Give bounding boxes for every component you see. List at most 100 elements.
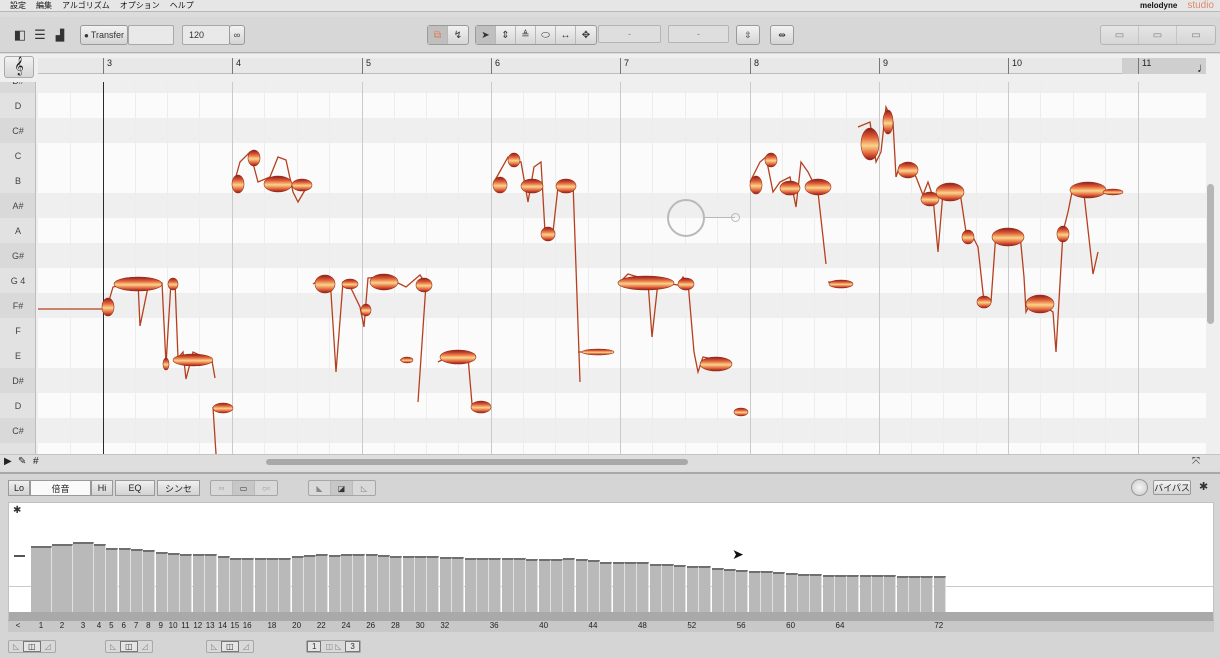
- horizontal-scrollbar[interactable]: [266, 459, 688, 465]
- harmonic-bar[interactable]: [588, 560, 600, 612]
- macro-c-icon[interactable]: ▭: [1177, 26, 1215, 44]
- harmonic-bar[interactable]: [748, 571, 761, 612]
- tab-synth[interactable]: シンセ: [157, 480, 200, 496]
- harmonic-bar[interactable]: [501, 558, 514, 612]
- amplitude-tool-icon[interactable]: ⬭: [536, 26, 556, 44]
- harmonic-bar[interactable]: [316, 554, 329, 612]
- transfer-button[interactable]: ● Transfer: [80, 25, 128, 45]
- tab-harmonics[interactable]: 倍音: [30, 480, 91, 496]
- harmonic-bar[interactable]: [94, 544, 106, 612]
- harmonic-bar[interactable]: [402, 556, 415, 612]
- harmonic-bar[interactable]: [266, 558, 279, 612]
- loop-region[interactable]: [1122, 58, 1206, 74]
- harmonic-bar[interactable]: [625, 562, 638, 612]
- harmonic-bar[interactable]: [662, 564, 675, 612]
- harmonic-bar[interactable]: [859, 575, 872, 612]
- harmonic-bar[interactable]: [600, 562, 613, 612]
- harmonic-spectrum[interactable]: ✱: [8, 502, 1214, 625]
- harmonic-bar[interactable]: [378, 555, 391, 612]
- bottom-value-a[interactable]: 1: [307, 641, 322, 652]
- grid-icon[interactable]: #: [33, 456, 39, 467]
- harmonic-bar[interactable]: [884, 575, 897, 612]
- harmonic-bar[interactable]: [896, 576, 909, 612]
- harmonic-bar[interactable]: [489, 558, 502, 612]
- separation-tool-icon[interactable]: ✥: [576, 26, 596, 44]
- note-grid[interactable]: [38, 82, 1206, 454]
- harmonic-bar[interactable]: [205, 554, 218, 612]
- bottom-d-icon[interactable]: ◫ ◺: [321, 642, 345, 651]
- vertical-scrollbar[interactable]: [1207, 184, 1214, 324]
- harmonic-bar[interactable]: [476, 558, 489, 612]
- harmonic-bar[interactable]: [909, 576, 922, 612]
- menu-help[interactable]: ヘルプ: [170, 0, 194, 11]
- harmonic-bar[interactable]: [773, 572, 786, 612]
- gear-icon[interactable]: ✱: [1199, 480, 1208, 493]
- harmonic-bar[interactable]: [674, 565, 687, 612]
- bottom-c-icon-2[interactable]: ◫: [221, 641, 239, 652]
- harmonic-bar[interactable]: [143, 550, 156, 612]
- bottom-b-icon-2[interactable]: ◫: [120, 641, 138, 652]
- bottom-value-b[interactable]: 3: [345, 641, 360, 652]
- bottom-a-icon-2[interactable]: ◫: [23, 641, 41, 652]
- harmonic-bar[interactable]: [365, 554, 378, 612]
- harmonic-bar[interactable]: [168, 553, 181, 612]
- harmonic-bar[interactable]: [52, 544, 73, 612]
- harmonic-bar[interactable]: [155, 552, 168, 612]
- macro-a-icon[interactable]: ▭: [1101, 26, 1139, 44]
- menu-options[interactable]: オプション: [120, 0, 160, 11]
- harmonic-bar[interactable]: [192, 554, 205, 612]
- harmonic-bar[interactable]: [31, 546, 52, 612]
- pen-icon[interactable]: ✎: [18, 456, 26, 467]
- harmonic-bar[interactable]: [279, 558, 292, 612]
- harmonic-bar[interactable]: [439, 557, 452, 612]
- lasso-anchor[interactable]: [731, 213, 740, 222]
- harmonic-bar[interactable]: [835, 575, 847, 612]
- harmonic-bar[interactable]: [242, 558, 255, 612]
- menu-settings[interactable]: 設定: [10, 0, 26, 11]
- harmonic-bar[interactable]: [872, 575, 885, 612]
- harmonic-bar[interactable]: [563, 558, 576, 612]
- treble-clef-icon[interactable]: 𝄞: [4, 56, 34, 78]
- harmonic-bar[interactable]: [254, 558, 267, 612]
- harmonic-bar[interactable]: [513, 558, 526, 612]
- harmonic-bar[interactable]: [538, 559, 551, 612]
- harmonic-bar[interactable]: [575, 559, 588, 612]
- bottom-b-icon-3[interactable]: ◿: [138, 642, 152, 651]
- zoom-fit-icon[interactable]: ⤧: [1192, 456, 1200, 467]
- note-edit-icon[interactable]: ⧉: [428, 26, 448, 44]
- harmonic-bar[interactable]: [131, 549, 144, 612]
- curve-b-icon[interactable]: ◪: [331, 481, 353, 495]
- bypass-button[interactable]: バイパス: [1153, 480, 1191, 495]
- level-meter-icon[interactable]: ▟: [50, 25, 70, 45]
- harmonic-bar[interactable]: [822, 575, 835, 612]
- mode-a-icon[interactable]: ▫▫: [211, 481, 233, 495]
- curve-c-icon[interactable]: ◺: [353, 481, 375, 495]
- formant-tool-icon[interactable]: ≜: [516, 26, 536, 44]
- pitch-curve-icon[interactable]: ↯: [448, 26, 468, 44]
- play-icon[interactable]: ▶: [4, 456, 12, 467]
- harmonic-bar[interactable]: [303, 555, 316, 612]
- menu-edit[interactable]: 編集: [36, 0, 52, 11]
- harmonic-bar[interactable]: [180, 554, 193, 612]
- mix-knob[interactable]: [1131, 479, 1148, 496]
- harmonic-bar[interactable]: [637, 562, 650, 612]
- tab-eq[interactable]: EQ: [115, 480, 155, 496]
- bottom-b-icon-1[interactable]: ◺: [106, 642, 120, 651]
- harmonic-bar[interactable]: [711, 568, 724, 612]
- lasso-handle[interactable]: [667, 199, 705, 237]
- harmonic-bar[interactable]: [390, 556, 403, 612]
- harmonic-bar[interactable]: [760, 571, 773, 612]
- harmonic-bar[interactable]: [933, 576, 946, 612]
- piano-keyboard[interactable]: D# D C# C B A# A G# G 4 F# F E D# D C#: [0, 82, 36, 454]
- harmonic-bar[interactable]: [464, 558, 477, 612]
- harmonic-bar[interactable]: [106, 548, 119, 612]
- tab-hi[interactable]: Hi: [91, 480, 113, 496]
- harmonic-bar[interactable]: [73, 542, 94, 612]
- harmonic-bar[interactable]: [723, 569, 736, 612]
- harmonic-bar[interactable]: [810, 574, 823, 612]
- link-icon[interactable]: ∞: [229, 25, 245, 45]
- harmonic-bar[interactable]: [328, 555, 341, 612]
- bottom-c-icon-3[interactable]: ◿: [239, 642, 253, 651]
- view-toggle-icon[interactable]: ◧: [10, 25, 30, 45]
- pitch-value-field[interactable]: -: [598, 25, 661, 43]
